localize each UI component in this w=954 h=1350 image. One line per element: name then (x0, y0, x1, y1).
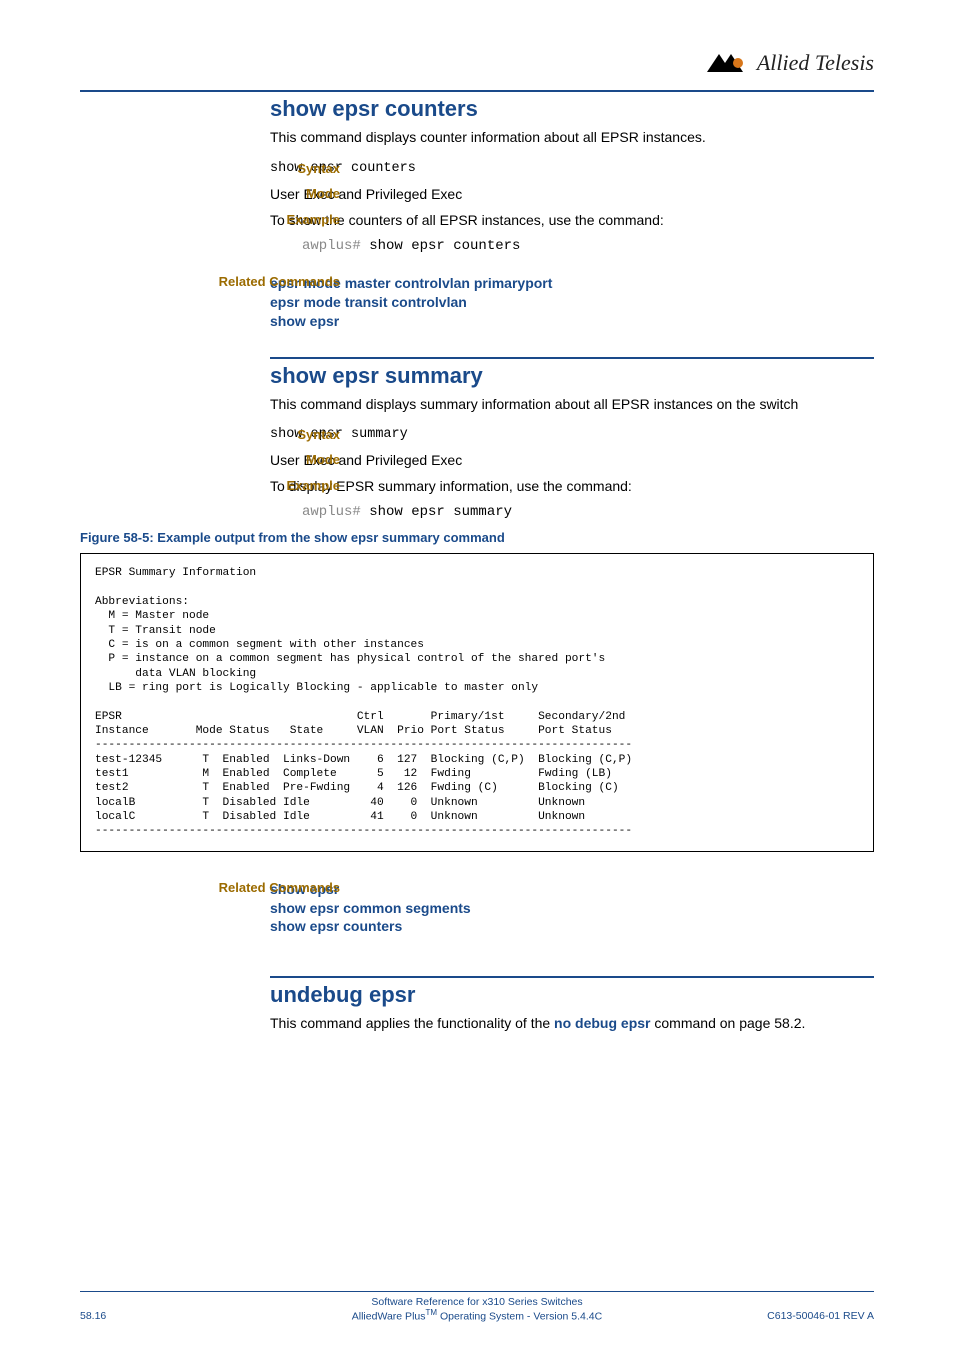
example-prompt: awplus# (302, 238, 361, 254)
example-command-block: awplus# show epsr counters (302, 238, 874, 254)
section3-intro-prefix: This command applies the functionality o… (270, 1015, 554, 1031)
footer-tm: TM (426, 1308, 438, 1317)
related-link-show-epsr-counters[interactable]: show epsr counters (270, 917, 874, 936)
related-link-epsr-mode-transit[interactable]: epsr mode transit controlvlan (270, 293, 874, 312)
syntax-label: Syntax (160, 161, 340, 176)
related-link-show-epsr[interactable]: show epsr (270, 312, 874, 331)
section3-rule (270, 976, 874, 978)
section3-intro-suffix: command on page 58.2. (651, 1015, 806, 1031)
footer-center: Software Reference for x310 Series Switc… (210, 1296, 744, 1323)
related-commands-label: Related Commands (160, 274, 340, 289)
example-prompt-2: awplus# (302, 504, 361, 520)
footer-rev: C613-50046-01 REV A (744, 1310, 874, 1322)
brand-name: Allied Telesis (757, 50, 874, 76)
brand-logo-area: Allied Telesis (707, 50, 874, 76)
related-link-epsr-mode-master[interactable]: epsr mode master controlvlan primaryport (270, 274, 874, 293)
section1-title: show epsr counters (270, 96, 874, 122)
syntax-value-2: show epsr summary (270, 427, 874, 442)
related-link-show-epsr-2[interactable]: show epsr (270, 880, 874, 899)
footer-line2-prefix: AlliedWare Plus (352, 1310, 426, 1322)
related-commands-label-2: Related Commands (160, 880, 340, 895)
section2-intro: This command displays summary informatio… (270, 395, 874, 414)
example-label: Example (160, 212, 340, 227)
example-cmd: show epsr counters (369, 238, 520, 254)
mode-value: User Exec and Privileged Exec (270, 186, 874, 202)
allied-telesis-icon (707, 52, 753, 74)
mode-label-2: Mode (160, 452, 340, 467)
example-command-block-2: awplus# show epsr summary (302, 504, 874, 520)
link-no-debug-epsr[interactable]: no debug epsr (554, 1015, 650, 1031)
syntax-value: show epsr counters (270, 161, 874, 176)
mode-label: Mode (160, 186, 340, 201)
example-output-block: EPSR Summary Information Abbreviations: … (80, 553, 874, 851)
related-link-show-epsr-common-segments[interactable]: show epsr common segments (270, 899, 874, 918)
section1-intro: This command displays counter informatio… (270, 128, 874, 147)
footer-line2-suffix: Operating System - Version 5.4.4C (437, 1310, 602, 1322)
syntax-label-2: Syntax (160, 427, 340, 442)
page-footer: 58.16 Software Reference for x310 Series… (80, 1291, 874, 1323)
page-top-rule (80, 90, 874, 92)
page: Allied Telesis show epsr counters This c… (0, 0, 954, 1350)
section3-intro: This command applies the functionality o… (270, 1014, 874, 1033)
section2-title: show epsr summary (270, 363, 874, 389)
footer-line2: AlliedWare PlusTM Operating System - Ver… (210, 1308, 744, 1323)
example-label-2: Example (160, 478, 340, 493)
footer-line1: Software Reference for x310 Series Switc… (210, 1296, 744, 1308)
example-text-2: To display EPSR summary information, use… (270, 478, 874, 494)
example-text: To show the counters of all EPSR instanc… (270, 212, 874, 228)
section2-rule (270, 357, 874, 359)
example-cmd-2: show epsr summary (369, 504, 512, 520)
figure-caption: Figure 58-5: Example output from the sho… (80, 530, 874, 545)
footer-page-number: 58.16 (80, 1310, 210, 1322)
mode-value-2: User Exec and Privileged Exec (270, 452, 874, 468)
section3-title: undebug epsr (270, 982, 874, 1008)
